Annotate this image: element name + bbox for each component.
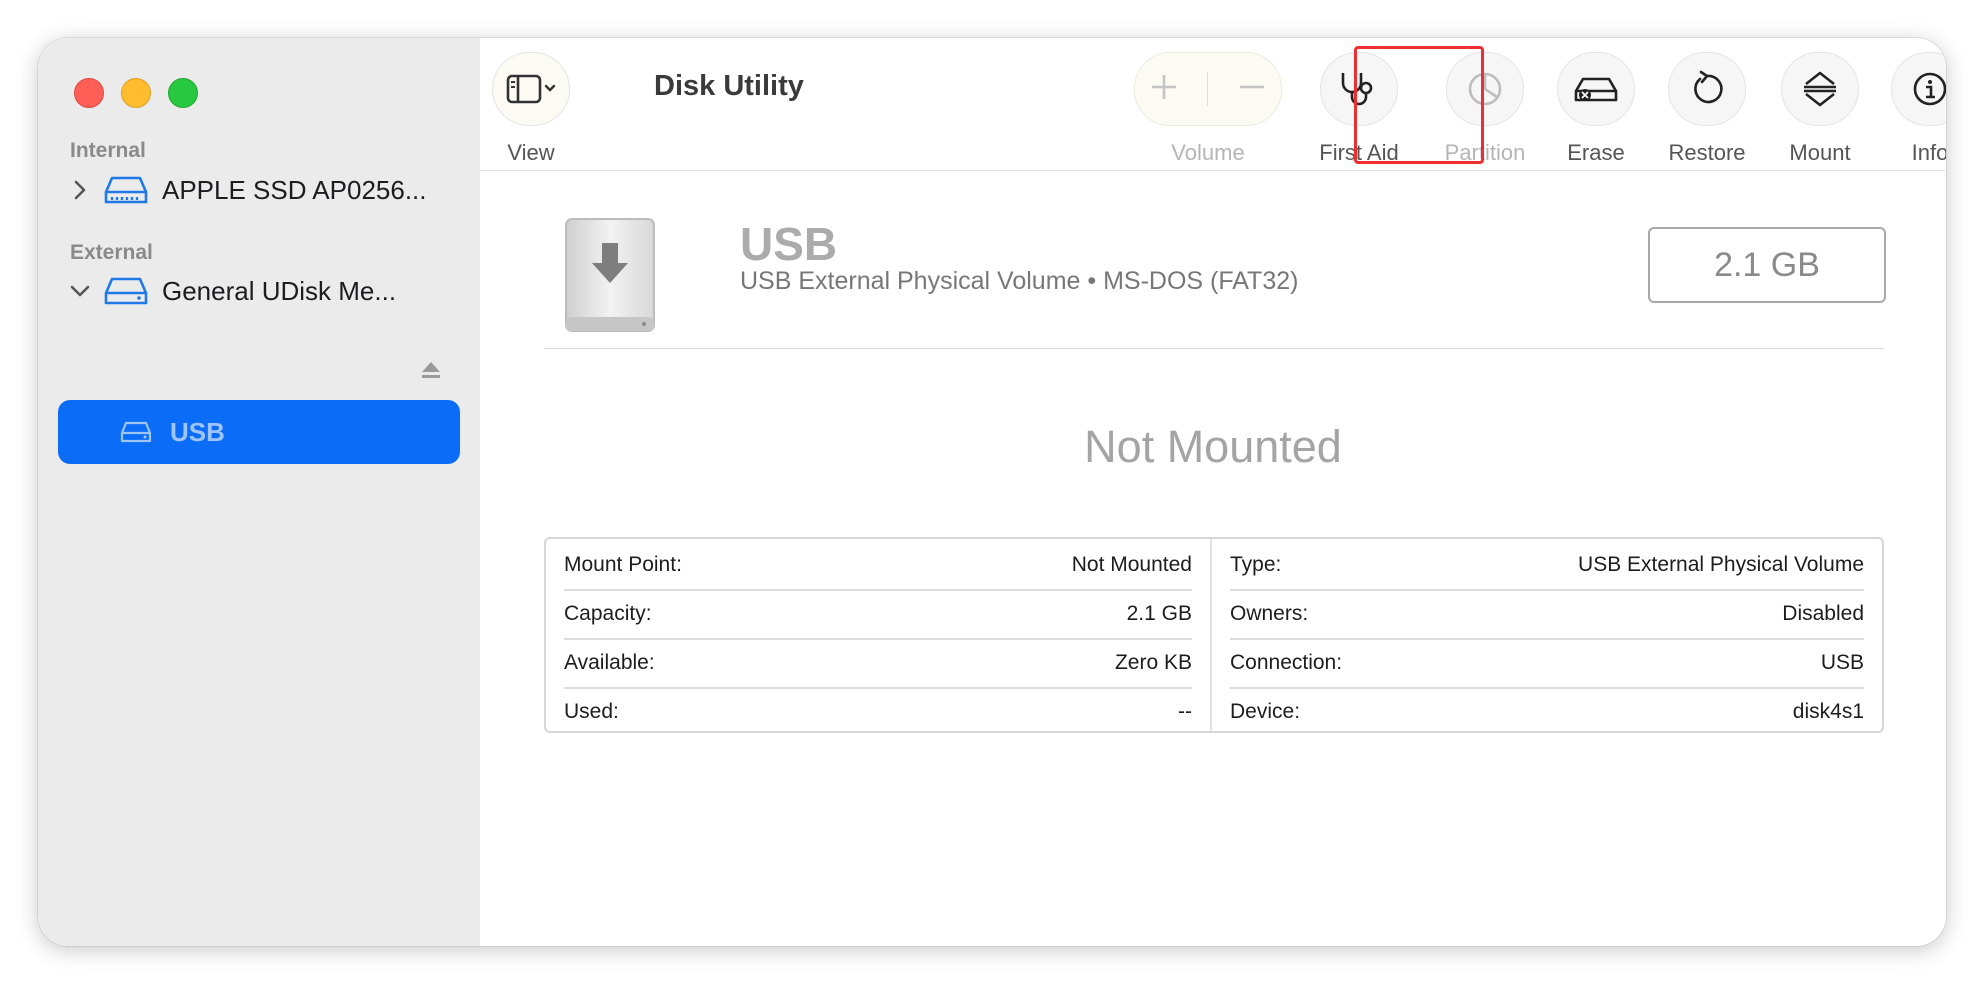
volume-icon xyxy=(120,420,152,444)
sidebar-item-internal-disk[interactable]: APPLE SSD AP0256... xyxy=(62,159,462,221)
table-row: Capacity: 2.1 GB xyxy=(564,590,1192,640)
restore-icon[interactable] xyxy=(1668,52,1746,126)
info-label: Used: xyxy=(564,700,619,723)
mount-highlight-box xyxy=(1354,46,1484,164)
chevron-down-icon[interactable] xyxy=(62,273,98,309)
volume-button[interactable]: Volume xyxy=(1134,52,1282,166)
volume-detail-pane: USB USB External Physical Volume • MS-DO… xyxy=(480,171,1946,946)
sidebar-item-label: USB xyxy=(170,416,225,447)
view-label: View xyxy=(507,140,555,165)
info-label: Owners: xyxy=(1230,602,1309,625)
info-label: Available: xyxy=(564,651,655,674)
volume-divider xyxy=(1207,72,1209,106)
sidebar-item-external-disk[interactable]: General UDisk Me... xyxy=(62,260,462,322)
info-value: Zero KB xyxy=(1114,651,1192,674)
info-label: Capacity: xyxy=(564,602,652,625)
zoom-window-button[interactable] xyxy=(168,78,198,108)
info-column-right: Type: USB External Physical Volume Owner… xyxy=(1210,539,1882,731)
volume-name: USB xyxy=(740,218,838,270)
info-value: USB External Physical Volume xyxy=(1578,553,1864,576)
plus-icon[interactable] xyxy=(1149,72,1179,107)
volume-label: Volume xyxy=(1171,140,1245,165)
info-value: disk4s1 xyxy=(1792,700,1864,723)
info-label: Info xyxy=(1911,140,1946,165)
sidebar: Internal APPLE SSD AP0256... External Ge… xyxy=(38,38,481,946)
sidebar-item-usb-volume[interactable]: USB xyxy=(58,400,460,464)
volume-size: 2.1 GB xyxy=(1648,227,1886,303)
close-window-button[interactable] xyxy=(74,78,104,108)
restore-label: Restore xyxy=(1668,140,1746,165)
info-label: Connection: xyxy=(1230,651,1343,674)
erase-disk-icon[interactable] xyxy=(1557,52,1635,126)
external-drive-icon xyxy=(562,217,658,340)
table-row: Mount Point: Not Mounted xyxy=(564,541,1192,591)
table-row: Connection: USB xyxy=(1230,639,1864,689)
info-label: Mount Point: xyxy=(564,553,682,576)
minimize-window-button[interactable] xyxy=(121,78,151,108)
info-value: USB xyxy=(1820,651,1864,674)
volume-info-table: Mount Point: Not Mounted Capacity: 2.1 G… xyxy=(544,537,1884,733)
erase-label: Erase xyxy=(1567,140,1625,165)
info-label: Type: xyxy=(1230,553,1282,576)
info-column-left: Mount Point: Not Mounted Capacity: 2.1 G… xyxy=(546,539,1210,731)
table-row: Owners: Disabled xyxy=(1230,590,1864,640)
sidebar-toggle-icon[interactable] xyxy=(492,52,570,126)
volume-description: USB External Physical Volume • MS-DOS (F… xyxy=(740,267,1299,295)
table-row: Type: USB External Physical Volume xyxy=(1230,541,1864,591)
info-label: Device: xyxy=(1230,700,1301,723)
erase-button[interactable]: Erase xyxy=(1546,52,1646,166)
info-value: -- xyxy=(1178,700,1192,723)
section-divider xyxy=(544,348,1884,349)
app-title: Disk Utility xyxy=(654,70,804,102)
mount-status: Not Mounted xyxy=(1084,421,1342,472)
info-value: Disabled xyxy=(1782,602,1864,625)
table-row: Device: disk4s1 xyxy=(1230,688,1864,736)
eject-icon[interactable] xyxy=(420,360,442,385)
restore-button[interactable]: Restore xyxy=(1650,52,1764,166)
sidebar-item-label: General UDisk Me... xyxy=(162,275,397,306)
minus-icon[interactable] xyxy=(1237,72,1267,107)
info-button[interactable]: Info xyxy=(1891,52,1946,166)
disk-utility-window: Internal APPLE SSD AP0256... External Ge… xyxy=(38,38,1946,946)
chevron-right-icon[interactable] xyxy=(62,172,98,208)
mount-icon[interactable] xyxy=(1781,52,1859,126)
mount-label: Mount xyxy=(1789,140,1851,165)
toolbar: View Disk Utility Volume First Aid Parti… xyxy=(480,38,1946,171)
mount-button[interactable]: Mount xyxy=(1770,52,1870,166)
table-row: Used: -- xyxy=(564,688,1192,736)
view-button[interactable]: View xyxy=(492,52,570,166)
sidebar-item-label: APPLE SSD AP0256... xyxy=(162,174,427,205)
table-row: Available: Zero KB xyxy=(564,639,1192,689)
internal-disk-icon xyxy=(102,170,150,210)
info-value: 2.1 GB xyxy=(1126,602,1192,625)
volume-add-remove-control[interactable] xyxy=(1134,52,1282,126)
info-icon[interactable] xyxy=(1891,52,1946,126)
info-value: Not Mounted xyxy=(1071,553,1192,576)
external-disk-icon xyxy=(102,271,150,311)
